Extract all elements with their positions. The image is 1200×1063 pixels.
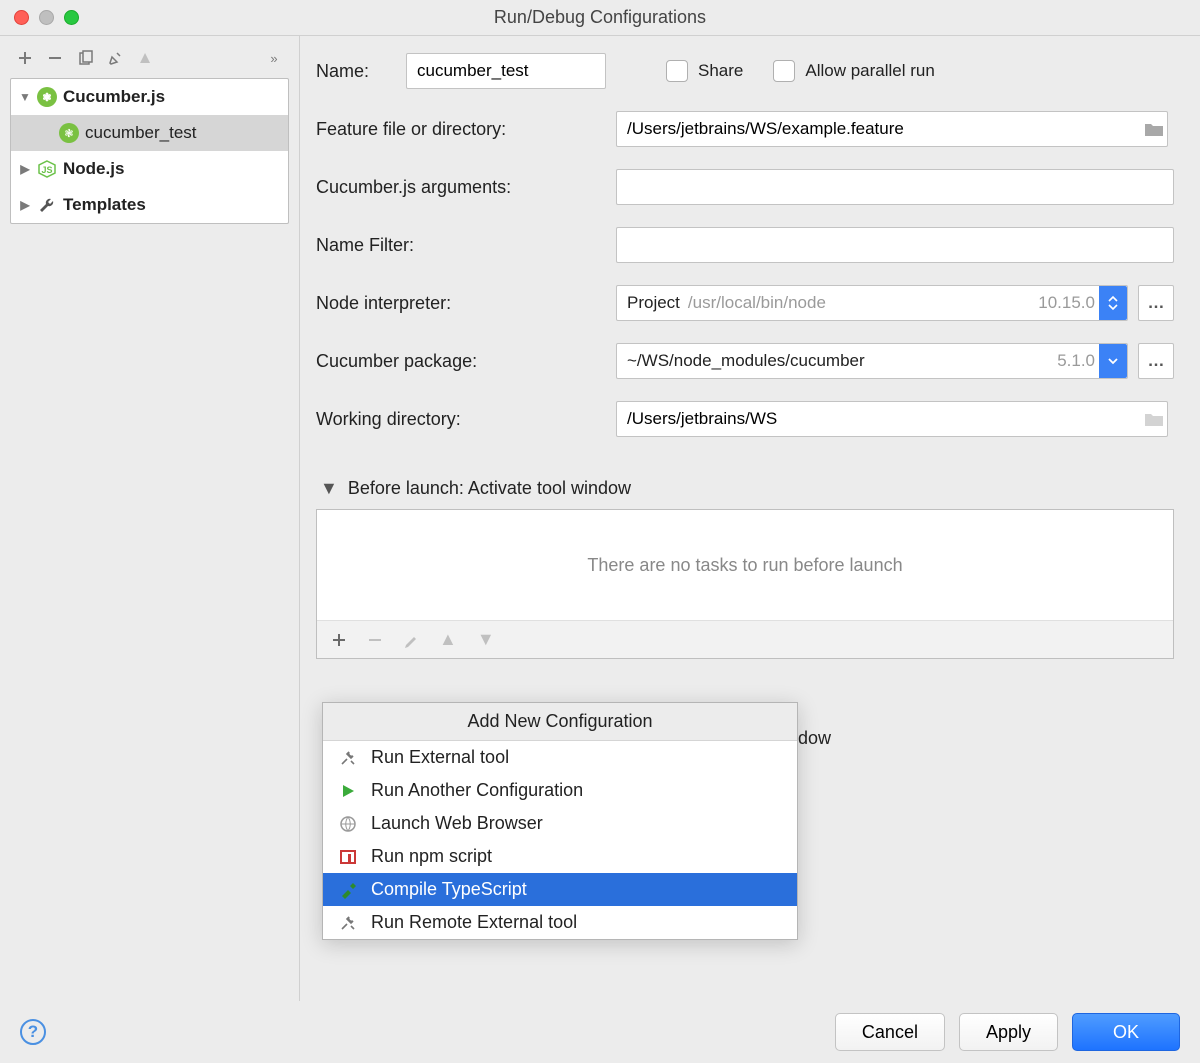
- feature-input[interactable]: [616, 111, 1168, 147]
- working-dir-label: Working directory:: [316, 409, 616, 430]
- args-label: Cucumber.js arguments:: [316, 177, 616, 198]
- tree-item-nodejs[interactable]: ▶ JS Node.js: [11, 151, 288, 187]
- edit-defaults-icon[interactable]: [106, 50, 124, 66]
- move-up-icon[interactable]: ▲: [136, 48, 154, 68]
- add-new-config-popup: Add New Configuration Run External tool …: [322, 702, 798, 940]
- chevron-down-icon: ▼: [19, 90, 31, 104]
- folder-icon[interactable]: [1144, 411, 1164, 427]
- tree-item-cucumber-test[interactable]: ❃ cucumber_test: [11, 115, 288, 151]
- filter-label: Name Filter:: [316, 235, 616, 256]
- share-checkbox[interactable]: Share: [666, 60, 743, 82]
- move-down-icon: ▼: [477, 629, 495, 650]
- checkbox-icon: [666, 60, 688, 82]
- move-up-icon: ▲: [439, 629, 457, 650]
- folder-icon[interactable]: [1144, 121, 1164, 137]
- footer: ? Cancel Apply OK: [0, 1001, 1200, 1063]
- close-window-icon[interactable]: [14, 10, 29, 25]
- tree-label: cucumber_test: [85, 123, 197, 143]
- globe-icon: [337, 815, 359, 833]
- tree-label: Cucumber.js: [63, 87, 165, 107]
- chevron-down-icon[interactable]: ▼: [320, 478, 338, 499]
- cucumber-pkg-label: Cucumber package:: [316, 351, 616, 372]
- apply-button[interactable]: Apply: [959, 1013, 1058, 1051]
- copy-config-icon[interactable]: [76, 50, 94, 66]
- tree-label: Node.js: [63, 159, 124, 179]
- node-browse-button[interactable]: …: [1138, 285, 1174, 321]
- popup-item-launch-browser[interactable]: Launch Web Browser: [323, 807, 797, 840]
- node-version: 10.15.0: [1038, 293, 1095, 313]
- wrench-icon: [37, 195, 57, 215]
- play-icon: [337, 783, 359, 799]
- node-interpreter-select[interactable]: Project/usr/local/bin/node 10.15.0: [616, 285, 1128, 321]
- name-label: Name:: [316, 61, 406, 82]
- cucumber-icon: ❃: [37, 87, 57, 107]
- tree-item-templates[interactable]: ▶ Templates: [11, 187, 288, 223]
- cancel-button[interactable]: Cancel: [835, 1013, 945, 1051]
- add-task-icon[interactable]: [331, 632, 347, 648]
- traffic-lights: [14, 10, 79, 25]
- edit-task-icon: [403, 632, 419, 648]
- node-interpreter-label: Node interpreter:: [316, 293, 616, 314]
- tree-item-cucumberjs[interactable]: ▼ ❃ Cucumber.js: [11, 79, 288, 115]
- sidebar: ▲ » ▼ ❃ Cucumber.js ❃ cucumber_test ▶ JS…: [0, 36, 300, 1001]
- filter-input[interactable]: [616, 227, 1174, 263]
- tree-label: Templates: [63, 195, 146, 215]
- popup-item-run-another-config[interactable]: Run Another Configuration: [323, 774, 797, 807]
- node-icon: JS: [37, 159, 57, 179]
- chevron-right-icon: ▶: [19, 198, 31, 212]
- remove-config-icon[interactable]: [46, 50, 64, 66]
- feature-label: Feature file or directory:: [316, 119, 616, 140]
- pkg-version: 5.1.0: [1057, 351, 1095, 371]
- zoom-window-icon[interactable]: [64, 10, 79, 25]
- minimize-window-icon[interactable]: [39, 10, 54, 25]
- working-dir-input[interactable]: [616, 401, 1168, 437]
- cucumber-icon: ❃: [59, 123, 79, 143]
- popup-item-run-npm[interactable]: Run npm script: [323, 840, 797, 873]
- popup-item-run-external-tool[interactable]: Run External tool: [323, 741, 797, 774]
- args-input[interactable]: [616, 169, 1174, 205]
- remove-task-icon: [367, 632, 383, 648]
- sidebar-toolbar: ▲ »: [10, 48, 289, 78]
- add-config-icon[interactable]: [16, 50, 34, 66]
- config-tree: ▼ ❃ Cucumber.js ❃ cucumber_test ▶ JS Nod…: [10, 78, 289, 224]
- hammer-icon: [337, 881, 359, 899]
- npm-icon: [337, 848, 359, 866]
- svg-text:JS: JS: [41, 165, 52, 175]
- activate-tool-window-partial: dow: [798, 728, 831, 749]
- help-button[interactable]: ?: [20, 1019, 46, 1045]
- before-launch-empty: There are no tasks to run before launch: [317, 510, 1173, 620]
- tools-icon: [337, 914, 359, 932]
- checkbox-icon: [773, 60, 795, 82]
- cucumber-pkg-select[interactable]: ~/WS/node_modules/cucumber 5.1.0: [616, 343, 1128, 379]
- dropdown-arrows-icon: [1099, 286, 1127, 320]
- titlebar: Run/Debug Configurations: [0, 0, 1200, 36]
- ok-button[interactable]: OK: [1072, 1013, 1180, 1051]
- name-input[interactable]: [406, 53, 606, 89]
- pkg-browse-button[interactable]: …: [1138, 343, 1174, 379]
- before-launch-title: Before launch: Activate tool window: [348, 478, 631, 499]
- more-icon[interactable]: »: [265, 51, 283, 66]
- chevron-right-icon: ▶: [19, 162, 31, 176]
- before-launch-toolbar: ▲ ▼: [317, 620, 1173, 658]
- before-launch-section: ▼ Before launch: Activate tool window Th…: [316, 468, 1174, 659]
- window-title: Run/Debug Configurations: [0, 7, 1200, 28]
- popup-title: Add New Configuration: [323, 703, 797, 741]
- popup-item-compile-typescript[interactable]: Compile TypeScript: [323, 873, 797, 906]
- popup-item-run-remote-external[interactable]: Run Remote External tool: [323, 906, 797, 939]
- dropdown-arrow-icon: [1099, 344, 1127, 378]
- tools-icon: [337, 749, 359, 767]
- parallel-run-checkbox[interactable]: Allow parallel run: [773, 60, 934, 82]
